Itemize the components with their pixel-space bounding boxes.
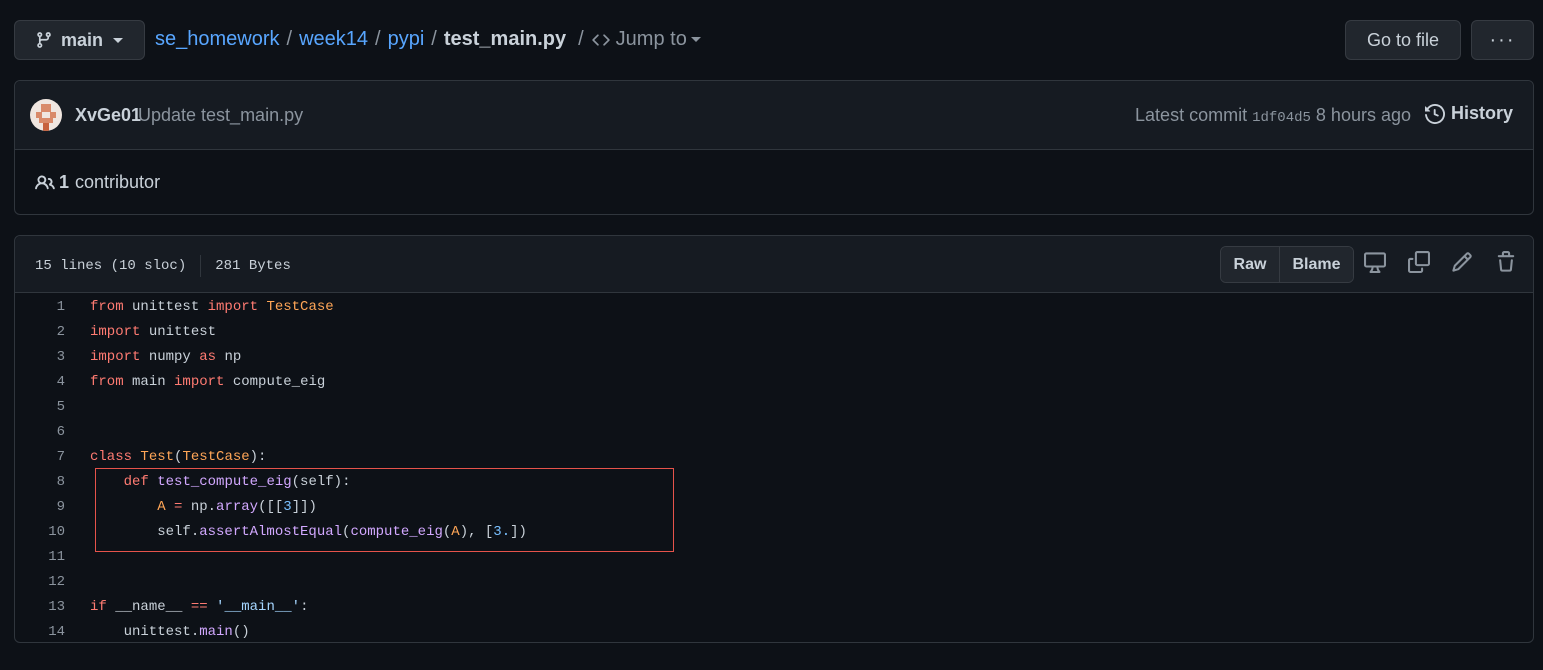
code-line: 14 unittest.main() [15, 620, 1533, 642]
latest-commit-label: Latest commit [1135, 105, 1248, 125]
history-button[interactable]: History [1424, 103, 1513, 124]
breadcrumb-repo-link[interactable]: se_homework [155, 28, 280, 51]
line-number[interactable]: 10 [15, 520, 65, 545]
line-number[interactable]: 4 [15, 370, 65, 395]
file-viewer: 15 lines (10 sloc) 281 Bytes Raw Blame 1… [14, 235, 1534, 643]
commit-message-link[interactable]: Update test_main.py [138, 105, 303, 126]
code-line: 13 if __name__ == '__main__': [15, 595, 1533, 620]
code-line: 3 import numpy as np [15, 345, 1533, 370]
code-text: from unittest import TestCase [90, 299, 334, 315]
code-line: 1 from unittest import TestCase [15, 295, 1533, 320]
go-to-file-button[interactable]: Go to file [1345, 20, 1461, 60]
code-text: class Test(TestCase): [90, 449, 267, 465]
raw-button[interactable]: Raw [1221, 247, 1280, 282]
copy-icon[interactable] [1408, 251, 1430, 273]
code-text: def test_compute_eig(self): [123, 474, 351, 490]
desktop-icon[interactable] [1364, 251, 1386, 273]
commit-time: 8 hours ago [1315, 105, 1411, 125]
line-number[interactable]: 1 [15, 295, 65, 320]
more-options-button[interactable]: ··· [1471, 20, 1534, 60]
code-text: A = np.array([[3]]) [157, 499, 317, 515]
blame-button[interactable]: Blame [1280, 247, 1353, 282]
history-label: History [1450, 103, 1513, 123]
breadcrumb-separator: / [431, 28, 437, 50]
divider [200, 255, 202, 277]
breadcrumb: se_homework / week14 / pypi / test_main.… [155, 28, 701, 51]
code-line: 10 self.assertAlmostEqual(compute_eig(A)… [15, 520, 1533, 545]
avatar[interactable] [30, 99, 62, 131]
contributors-link[interactable]: 1 contributor [35, 172, 160, 193]
breadcrumb-path-link[interactable]: pypi [388, 28, 425, 51]
commit-author-link[interactable]: XvGe01 [75, 105, 141, 126]
code-text: unittest.main() [90, 624, 250, 640]
people-icon [35, 174, 55, 189]
jump-to-label: Jump to [615, 28, 687, 50]
commit-panel: XvGe01 Update test_main.py Latest commit… [14, 80, 1534, 215]
file-line-count: 15 lines (10 sloc) [35, 258, 187, 274]
code-line: 8 def test_compute_eig(self): [15, 470, 1533, 495]
breadcrumb-separator: / [375, 28, 381, 50]
code-line: 11 [15, 545, 1533, 570]
chevron-down-icon [690, 37, 701, 42]
code-text: from main import compute_eig [90, 374, 326, 390]
line-number[interactable]: 5 [15, 395, 65, 420]
breadcrumb-separator: / [286, 28, 293, 50]
code-line: 5 [15, 395, 1533, 420]
contributors-label: contributor [75, 172, 161, 192]
latest-commit-row: XvGe01 Update test_main.py Latest commit… [15, 81, 1533, 150]
line-number[interactable]: 9 [15, 495, 65, 520]
file-size: 281 Bytes [215, 258, 291, 274]
line-number[interactable]: 14 [15, 620, 65, 642]
breadcrumb-file-name: test_main.py [443, 28, 567, 50]
file-header: 15 lines (10 sloc) 281 Bytes Raw Blame [15, 236, 1533, 293]
code-view: 1 from unittest import TestCase 2 import un… [15, 293, 1533, 642]
line-number[interactable]: 2 [15, 320, 65, 345]
code-text: import numpy as np [90, 349, 242, 365]
line-number[interactable]: 12 [15, 570, 65, 595]
file-actions-group: Raw Blame [1220, 246, 1354, 283]
code-line: 9 A = np.array([[3]]) [15, 495, 1533, 520]
breadcrumb-path-link[interactable]: week14 [299, 28, 368, 51]
line-number[interactable]: 7 [15, 445, 65, 470]
line-number[interactable]: 6 [15, 420, 65, 445]
line-number[interactable]: 3 [15, 345, 65, 370]
branch-selector-button[interactable]: main [14, 20, 145, 60]
latest-commit-meta: Latest commit 1df04d5 8 hours ago [1135, 105, 1411, 126]
code-text: if __name__ == '__main__': [90, 599, 309, 615]
code-text: import unittest [90, 324, 217, 340]
contributors-row: 1 contributor [15, 150, 1533, 216]
commit-sha-link[interactable]: 1df04d5 [1252, 110, 1311, 126]
jump-to-dropdown[interactable]: Jump to [590, 28, 701, 51]
branch-label: main [61, 29, 104, 50]
code-line: 12 [15, 570, 1533, 595]
git-branch-icon [37, 32, 51, 48]
code-line: 2 import unittest [15, 320, 1533, 345]
code-line: 6 [15, 420, 1533, 445]
trash-icon[interactable] [1495, 251, 1517, 273]
history-icon [1424, 103, 1445, 124]
code-line: 4 from main import compute_eig [15, 370, 1533, 395]
line-number[interactable]: 13 [15, 595, 65, 620]
line-number[interactable]: 11 [15, 545, 65, 570]
code-line: 7 class Test(TestCase): [15, 445, 1533, 470]
chevron-down-icon [113, 37, 124, 43]
breadcrumb-separator: / [578, 28, 584, 50]
line-number[interactable]: 8 [15, 470, 65, 495]
file-info: 15 lines (10 sloc) 281 Bytes [35, 255, 291, 277]
contributors-count: 1 [59, 172, 70, 192]
code-icon [591, 33, 610, 46]
pencil-icon[interactable] [1451, 251, 1473, 273]
code-text: self.assertAlmostEqual(compute_eig(A), [… [90, 524, 527, 540]
